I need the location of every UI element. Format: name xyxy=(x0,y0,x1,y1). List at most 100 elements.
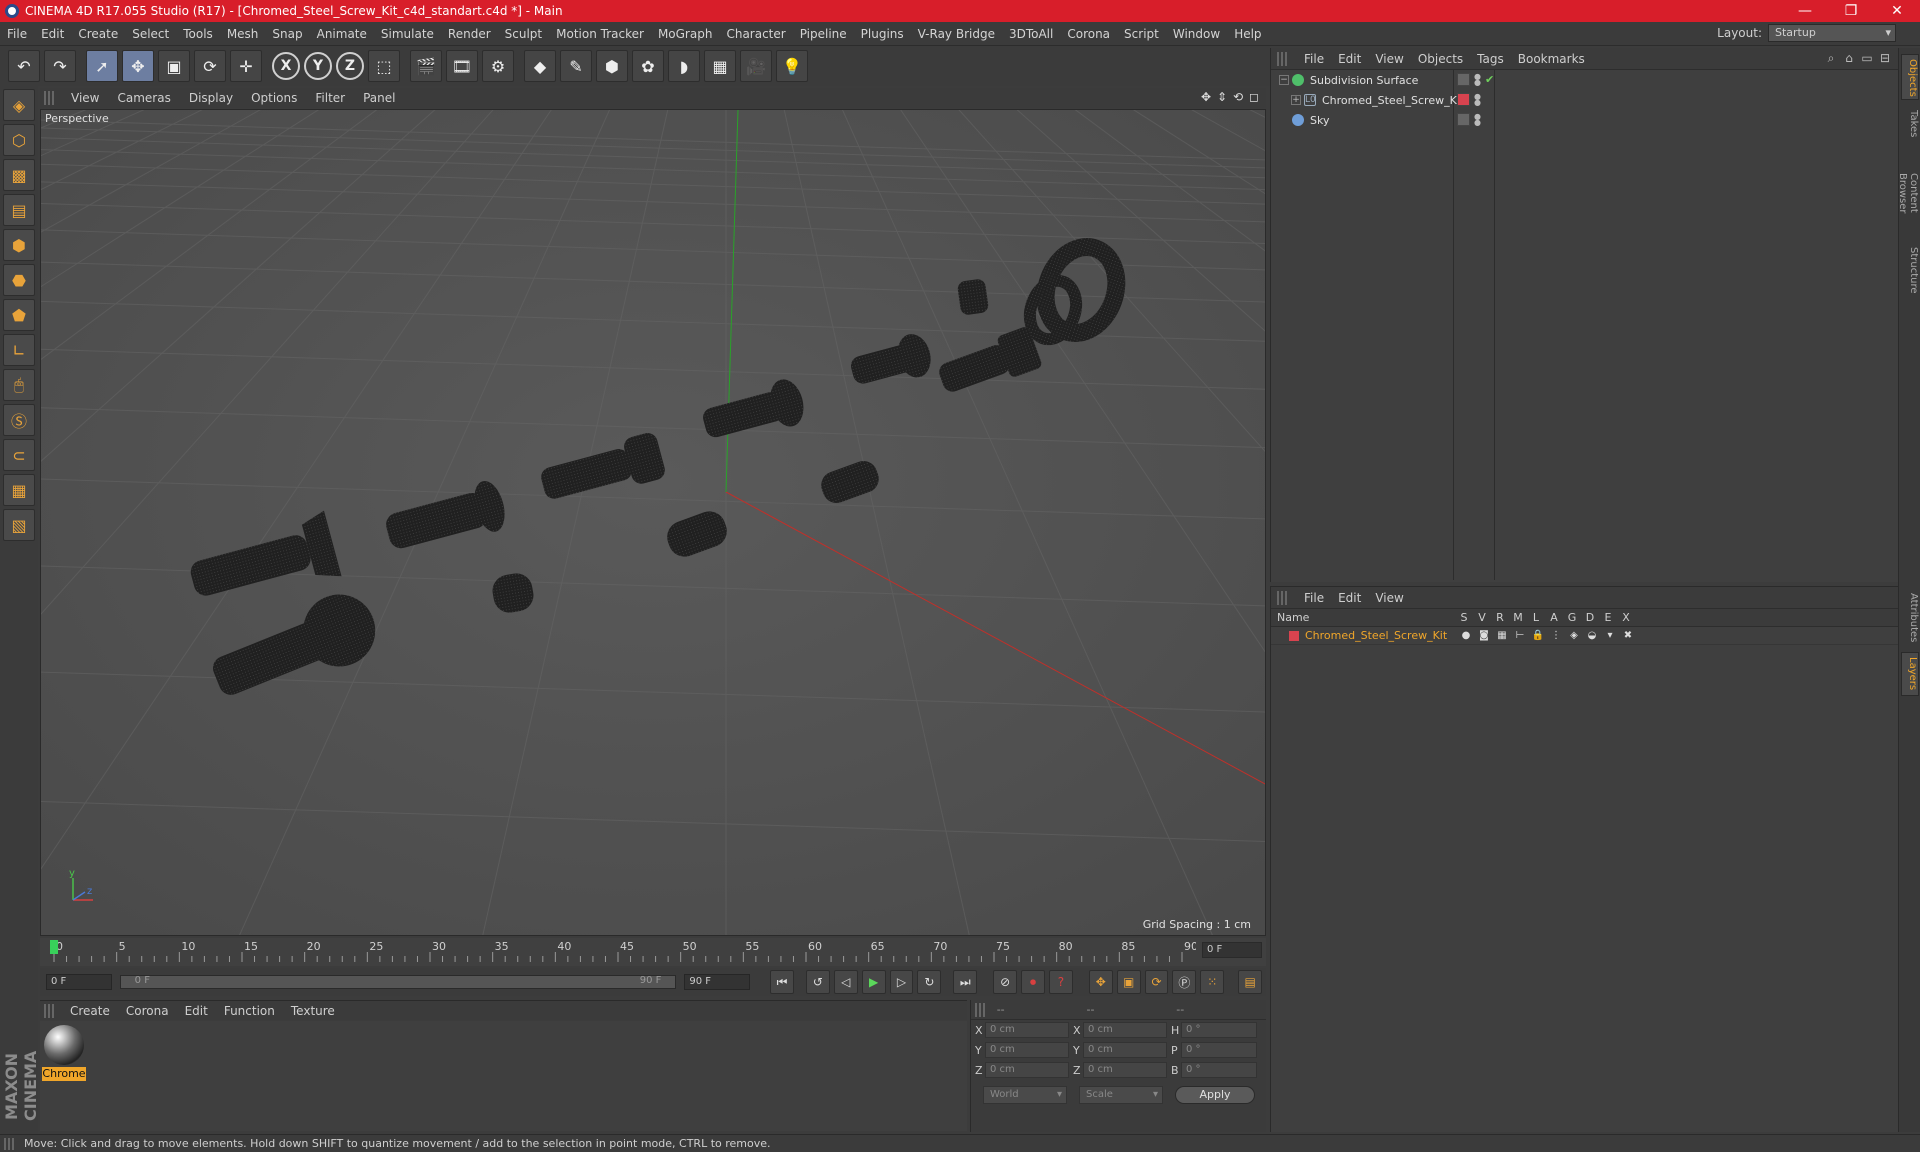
workplane-mode-icon[interactable]: ▤ xyxy=(3,194,35,226)
viewport-menu-display[interactable]: Display xyxy=(180,91,242,105)
menu-mesh[interactable]: Mesh xyxy=(220,27,266,41)
object-menu-edit[interactable]: Edit xyxy=(1331,52,1368,66)
new-view-icon[interactable]: ▭ xyxy=(1858,51,1876,66)
timeline-ruler[interactable]: 0 5 10 15 20 25 30 35 40 45 50 55 60 65 70 75 80 85 90 0 F xyxy=(40,938,1266,966)
panel-grip-icon[interactable] xyxy=(975,1002,987,1017)
xref-toggle-icon[interactable]: ✖ xyxy=(1619,630,1637,641)
layer-row[interactable]: Chromed_Steel_Screw_Kit ● ◙ ▦ ⊢ 🔒 ⋮ ◈ ◒ … xyxy=(1271,627,1898,645)
previous-frame-icon[interactable]: ◁ xyxy=(833,970,858,994)
snap-icon[interactable]: ⊂ xyxy=(3,439,35,471)
key-position-icon[interactable]: ✥ xyxy=(1088,970,1113,994)
viewport-menu-view[interactable]: View xyxy=(62,91,108,105)
visibility-dots-icon[interactable]: ● ● xyxy=(1474,72,1481,86)
expression-toggle-icon[interactable]: ▾ xyxy=(1601,630,1619,641)
record-keys-icon[interactable]: ⊘ xyxy=(993,970,1018,994)
recent-tool-icon[interactable]: ✛ xyxy=(230,50,262,82)
make-editable-icon[interactable]: ◈ xyxy=(3,89,35,121)
y-axis-lock-button[interactable]: Y xyxy=(304,52,332,80)
edit-render-settings-icon[interactable]: ⚙ xyxy=(482,50,514,82)
texture-mode-icon[interactable]: ▩ xyxy=(3,159,35,191)
menu-plugins[interactable]: Plugins xyxy=(854,27,911,41)
spline-pen-icon[interactable]: ✎ xyxy=(560,50,592,82)
layer-menu-edit[interactable]: Edit xyxy=(1331,591,1368,605)
lock-toggle-icon[interactable]: 🔒 xyxy=(1529,630,1547,641)
perspective-viewport[interactable]: y z Perspective Grid Spacing : 1 cm xyxy=(40,109,1266,936)
position-y-field[interactable]: 0 cm xyxy=(985,1042,1069,1058)
camera-icon[interactable]: 🎥 xyxy=(740,50,772,82)
maximize-view-icon[interactable]: ◻ xyxy=(1246,90,1262,104)
size-z-field[interactable]: 0 cm xyxy=(1083,1062,1167,1078)
keyframe-selection-icon[interactable]: ? xyxy=(1048,970,1073,994)
go-to-start-icon[interactable]: ⏮ xyxy=(770,970,794,994)
menu-animate[interactable]: Animate xyxy=(310,27,374,41)
material-menu-edit[interactable]: Edit xyxy=(177,1004,216,1018)
next-frame-icon[interactable]: ▷ xyxy=(889,970,914,994)
light-icon[interactable]: 💡 xyxy=(776,50,808,82)
tab-layers[interactable]: Layers xyxy=(1901,652,1919,696)
search-icon[interactable]: ⌕ xyxy=(1822,51,1840,66)
menu-tools[interactable]: Tools xyxy=(176,27,220,41)
deformer-icon[interactable]: ◗ xyxy=(668,50,700,82)
layer-flag[interactable] xyxy=(1457,73,1470,86)
material-menu-corona[interactable]: Corona xyxy=(118,1004,177,1018)
pan-view-icon[interactable]: ✥ xyxy=(1198,90,1214,104)
cube-primitive-icon[interactable]: ◆ xyxy=(524,50,556,82)
grid-snap-icon[interactable]: ▧ xyxy=(3,509,35,541)
object-row-screw-kit[interactable]: + L0 Chromed_Steel_Screw_Kit ● ● xyxy=(1271,90,1898,110)
animation-toggle-icon[interactable]: ⋮ xyxy=(1547,630,1565,641)
axis-mode-icon[interactable]: ∟ xyxy=(3,334,35,366)
rotate-tool-icon[interactable]: ⟳ xyxy=(194,50,226,82)
enabled-check-icon[interactable]: ✔ xyxy=(1485,73,1494,86)
menu-window[interactable]: Window xyxy=(1166,27,1227,41)
next-key-icon[interactable]: ↻ xyxy=(917,970,942,994)
orbit-view-icon[interactable]: ⟲ xyxy=(1230,90,1246,104)
panel-grip-icon[interactable] xyxy=(1277,590,1289,605)
layer-flag[interactable] xyxy=(1457,113,1470,126)
frame-range-slider[interactable]: 0 F 90 F xyxy=(119,975,677,989)
view-toggle-icon[interactable]: ◙ xyxy=(1475,630,1493,641)
panel-grip-icon[interactable] xyxy=(44,1003,56,1018)
coordinate-system-icon[interactable]: ⬚ xyxy=(368,50,400,82)
undo-icon[interactable]: ↶ xyxy=(8,50,40,82)
menu-mograph[interactable]: MoGraph xyxy=(651,27,720,41)
generator-toggle-icon[interactable]: ◈ xyxy=(1565,630,1583,641)
polygons-mode-icon[interactable]: ⬟ xyxy=(3,299,35,331)
menu-sculpt[interactable]: Sculpt xyxy=(498,27,549,41)
panel-grip-icon[interactable] xyxy=(44,91,56,105)
cloner-icon[interactable]: ✿ xyxy=(632,50,664,82)
menu-pipeline[interactable]: Pipeline xyxy=(793,27,854,41)
subdivision-surface-icon[interactable]: ⬢ xyxy=(596,50,628,82)
tab-structure[interactable]: Structure xyxy=(1901,242,1919,298)
visibility-dots-icon[interactable]: ● ● xyxy=(1474,92,1481,106)
position-x-field[interactable]: 0 cm xyxy=(985,1022,1069,1038)
position-z-field[interactable]: 0 cm xyxy=(985,1062,1069,1078)
render-toggle-icon[interactable]: ▦ xyxy=(1493,630,1511,641)
object-row-sky[interactable]: Sky ● ● xyxy=(1271,110,1898,130)
menu-select[interactable]: Select xyxy=(125,27,176,41)
layout-dropdown[interactable]: Startup xyxy=(1768,24,1896,42)
z-axis-lock-button[interactable]: Z xyxy=(336,52,364,80)
minimize-button[interactable]: — xyxy=(1782,0,1828,22)
menu-simulate[interactable]: Simulate xyxy=(374,27,441,41)
manager-toggle-icon[interactable]: ⊢ xyxy=(1511,630,1529,641)
edges-mode-icon[interactable]: ⬣ xyxy=(3,264,35,296)
layer-menu-view[interactable]: View xyxy=(1368,591,1410,605)
tab-takes[interactable]: Takes xyxy=(1901,104,1919,144)
key-point-level-icon[interactable]: ⁙ xyxy=(1200,970,1225,994)
redo-icon[interactable]: ↷ xyxy=(44,50,76,82)
size-x-field[interactable]: 0 cm xyxy=(1083,1022,1167,1038)
menu-create[interactable]: Create xyxy=(71,27,125,41)
size-y-field[interactable]: 0 cm xyxy=(1083,1042,1167,1058)
material-menu-texture[interactable]: Texture xyxy=(283,1004,343,1018)
tweak-mode-icon[interactable]: 🖱 xyxy=(3,369,35,401)
layer-menu-file[interactable]: File xyxy=(1297,591,1331,605)
viewport-menu-panel[interactable]: Panel xyxy=(354,91,404,105)
viewport-menu-options[interactable]: Options xyxy=(242,91,306,105)
end-frame-field[interactable]: 90 F xyxy=(684,974,751,990)
object-row-subdivision-surface[interactable]: − Subdivision Surface ● ● ✔ xyxy=(1271,70,1898,90)
tab-attributes[interactable]: Attributes xyxy=(1901,588,1919,648)
key-parameter-icon[interactable]: Ⓟ xyxy=(1172,970,1197,994)
model-mode-icon[interactable]: ⬡ xyxy=(3,124,35,156)
menu-snap[interactable]: Snap xyxy=(265,27,309,41)
apply-button[interactable]: Apply xyxy=(1175,1086,1255,1104)
